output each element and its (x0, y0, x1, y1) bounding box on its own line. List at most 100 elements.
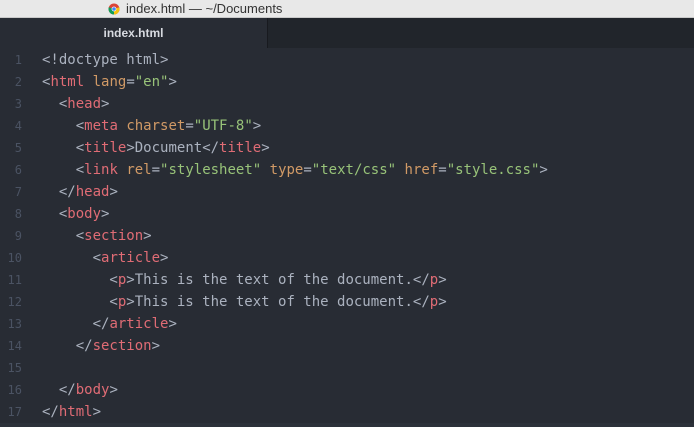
code-token-str: "style.css" (446, 162, 540, 178)
code-line[interactable]: 3 <head> (0, 93, 694, 115)
line-code: </body> (42, 379, 118, 401)
code-token-tag: html (50, 74, 85, 90)
code-token-punc: > (168, 316, 177, 332)
code-token-punc: > (438, 294, 447, 310)
line-code: <article> (42, 247, 169, 269)
code-line[interactable]: 18 (0, 423, 694, 427)
code-token-punc: </ (412, 294, 430, 310)
line-number: 17 (7, 405, 22, 419)
code-token-punc: < (42, 294, 118, 310)
code-token-attr: rel (126, 162, 152, 178)
line-code: <meta charset="UTF-8"> (42, 115, 262, 137)
code-line[interactable]: 12 <p>This is the text of the document.<… (0, 291, 694, 313)
code-token-punc: </ (42, 184, 76, 200)
line-code: </section> (42, 335, 160, 357)
code-line[interactable]: 14 </section> (0, 335, 694, 357)
line-number: 10 (7, 251, 22, 265)
code-line[interactable]: 5 <title>Document</title> (0, 137, 694, 159)
code-token-punc: > (151, 338, 161, 354)
code-token-punc: < (42, 96, 68, 112)
code-token-tag: body (75, 382, 110, 398)
code-line[interactable]: 9 <section> (0, 225, 694, 247)
code-token-punc (396, 162, 404, 178)
code-token-punc: > (126, 272, 135, 288)
code-token-str: "UTF-8" (193, 118, 253, 134)
title-bar: index.html — ~/Documents (0, 0, 694, 18)
tab-bar: index.html (0, 18, 694, 48)
line-code: <p>This is the text of the document.</p> (42, 291, 447, 313)
code-token-punc: > (126, 140, 135, 156)
code-token-attr: lang (92, 74, 127, 90)
code-token-punc: > (539, 162, 548, 178)
code-token-punc: </ (42, 382, 76, 398)
line-code: <title>Document</title> (42, 137, 270, 159)
line-code: <html lang="en"> (42, 71, 177, 93)
code-token-tag: head (67, 96, 102, 112)
code-token-attr: href (404, 162, 439, 178)
code-line[interactable]: 4 <meta charset="UTF-8"> (0, 115, 694, 137)
line-number: 13 (7, 317, 22, 331)
line-number: 15 (7, 361, 22, 375)
code-token-punc: > (109, 184, 118, 200)
line-code: <body> (42, 203, 110, 225)
line-code: <p>This is the text of the document.</p> (42, 269, 447, 291)
code-token-text: Document (134, 140, 203, 156)
code-token-punc: = (151, 162, 161, 178)
code-token-punc: > (438, 272, 447, 288)
code-line[interactable]: 10 <article> (0, 247, 694, 269)
line-number: 12 (7, 295, 22, 309)
line-code: </head> (42, 181, 118, 203)
window-title-group: index.html — ~/Documents (108, 1, 282, 17)
tab-index-html[interactable]: index.html (0, 18, 268, 48)
code-token-punc: </ (412, 272, 430, 288)
code-token-punc: > (261, 140, 270, 156)
code-line[interactable]: 11 <p>This is the text of the document.<… (0, 269, 694, 291)
line-code: <link rel="stylesheet" type="text/css" h… (42, 159, 548, 181)
code-token-punc: > (143, 228, 152, 244)
code-token-tag: title (219, 140, 262, 156)
code-token-tag: section (84, 228, 144, 244)
line-number: 18 (0, 423, 22, 427)
code-token-punc: > (101, 96, 110, 112)
code-token-punc: > (252, 118, 262, 134)
code-token-punc: </ (42, 338, 93, 354)
line-number: 14 (7, 339, 22, 353)
code-line[interactable]: 15 (0, 357, 694, 379)
line-number: 5 (14, 141, 22, 155)
code-line[interactable]: 7 </head> (0, 181, 694, 203)
code-token-punc: = (303, 162, 312, 178)
code-token-punc: > (160, 250, 169, 266)
code-line[interactable]: 17 </html> (0, 401, 694, 423)
code-token-punc: < (42, 250, 102, 266)
code-line[interactable]: 13 </article> (0, 313, 694, 335)
code-token-punc: > (168, 74, 177, 90)
code-line[interactable]: 2 <html lang="en"> (0, 71, 694, 93)
code-line[interactable]: 1 <!doctype html> (0, 49, 694, 71)
tab-label: index.html (103, 26, 164, 40)
line-code: </article> (42, 313, 177, 335)
line-number: 9 (14, 229, 22, 243)
code-token-attr: charset (126, 118, 186, 134)
code-line[interactable]: 6 <link rel="stylesheet" type="text/css"… (0, 159, 694, 181)
code-token-tag: title (84, 140, 127, 156)
line-number: 4 (14, 119, 22, 133)
code-editor[interactable]: 1 <!doctype html> 2 <html lang="en"> 3 <head… (0, 48, 694, 427)
code-token-text: This is the text of the document. (134, 294, 413, 310)
code-token-text: This is the text of the document. (134, 272, 413, 288)
code-token-punc: < (42, 118, 85, 134)
code-token-punc: = (185, 118, 194, 134)
code-token-punc: < (42, 206, 68, 222)
code-token-tag: article (109, 316, 169, 332)
code-token-punc: > (126, 294, 135, 310)
code-token-punc: < (42, 140, 85, 156)
code-token-tag: article (101, 250, 161, 266)
code-token-doctype: <!doctype html> (42, 52, 169, 68)
code-token-str: "stylesheet" (160, 162, 262, 178)
line-number: 16 (7, 383, 22, 397)
code-line[interactable]: 8 <body> (0, 203, 694, 225)
line-number: 6 (14, 163, 22, 177)
line-number: 2 (14, 75, 22, 89)
code-token-str: "en" (134, 74, 169, 90)
code-line[interactable]: 16 </body> (0, 379, 694, 401)
line-number: 8 (14, 207, 22, 221)
